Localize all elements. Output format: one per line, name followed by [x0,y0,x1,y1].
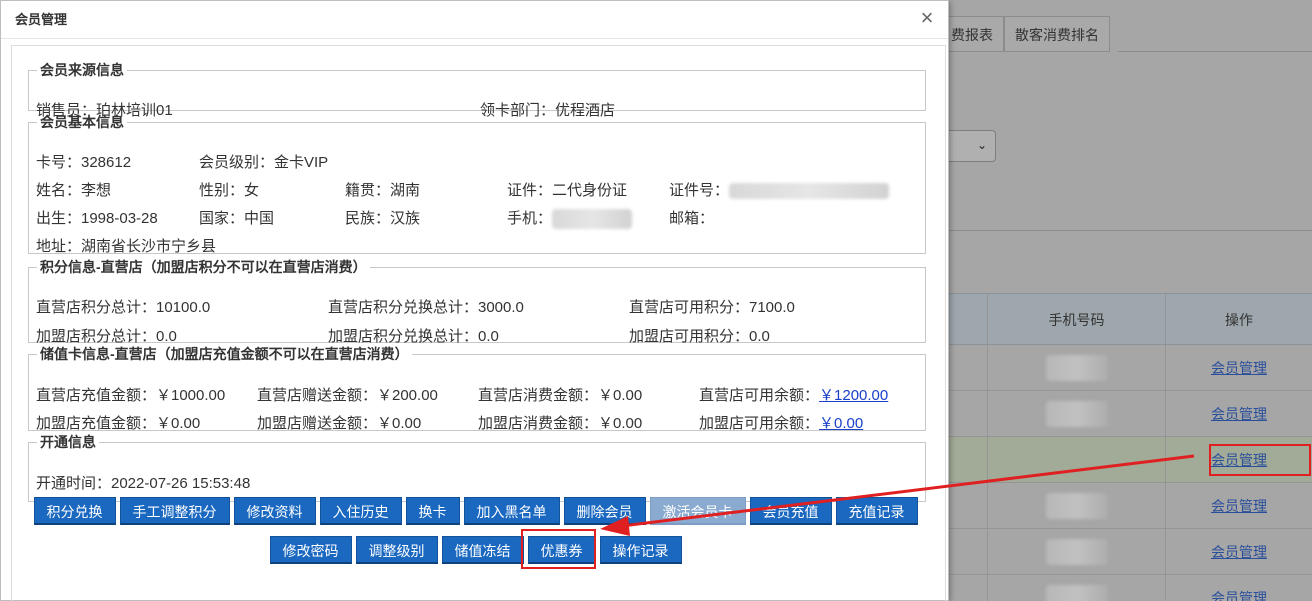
arrow-head [600,516,630,536]
annotation-arrow [600,454,1195,536]
arrow-line [621,454,1195,528]
